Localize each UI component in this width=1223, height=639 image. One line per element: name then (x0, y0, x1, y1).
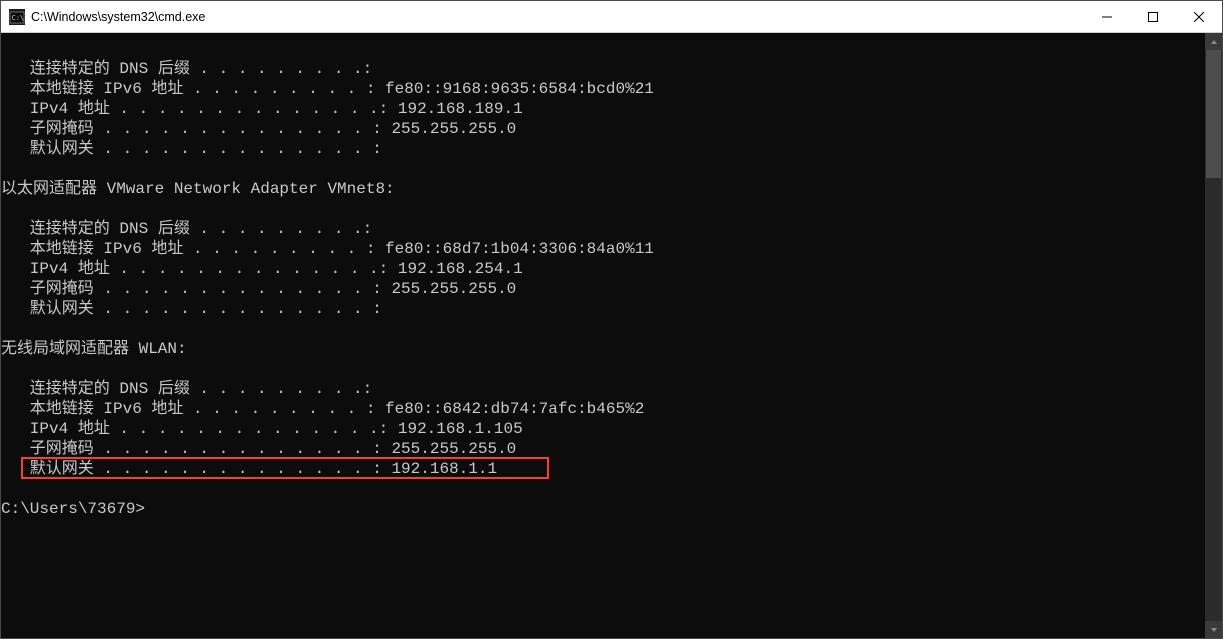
terminal-output[interactable]: 连接特定的 DNS 后缀 . . . . . . . . .: 本地链接 IPv… (1, 33, 1205, 638)
minimize-button[interactable] (1084, 1, 1130, 33)
cmd-icon: C:\ (9, 9, 25, 25)
terminal-text: 连接特定的 DNS 后缀 . . . . . . . . .: 本地链接 IPv… (1, 39, 1205, 519)
titlebar[interactable]: C:\ C:\Windows\system32\cmd.exe (1, 1, 1222, 33)
window-title: C:\Windows\system32\cmd.exe (31, 10, 205, 24)
scroll-down-button[interactable] (1205, 621, 1222, 638)
scrollbar-track[interactable] (1205, 50, 1222, 621)
cmd-window: C:\ C:\Windows\system32\cmd.exe 连接特定的 DN… (0, 0, 1223, 639)
close-button[interactable] (1176, 1, 1222, 33)
maximize-button[interactable] (1130, 1, 1176, 33)
vertical-scrollbar[interactable] (1205, 33, 1222, 638)
console-area: 连接特定的 DNS 后缀 . . . . . . . . .: 本地链接 IPv… (1, 33, 1222, 638)
scroll-up-button[interactable] (1205, 33, 1222, 50)
scrollbar-thumb[interactable] (1206, 50, 1221, 178)
svg-text:C:\: C:\ (12, 14, 25, 22)
